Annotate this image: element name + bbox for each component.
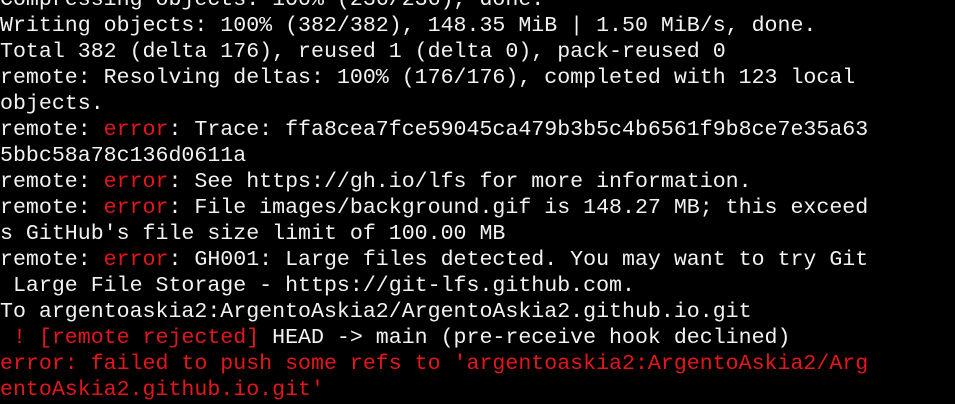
output-text: : Trace: ffa8cea7fce59045ca479b3b5c4b656… bbox=[168, 118, 869, 142]
terminal-line: s GitHub's file size limit of 100.00 MB bbox=[0, 221, 955, 247]
output-text: objects. bbox=[0, 92, 104, 116]
terminal-line: Writing objects: 100% (382/382), 148.35 … bbox=[0, 13, 955, 39]
output-text: remote: bbox=[0, 170, 104, 194]
terminal-line: entoAskia2.github.io.git' bbox=[0, 377, 955, 403]
output-text: remote: bbox=[0, 118, 104, 142]
error-text: error bbox=[103, 248, 169, 272]
terminal-line: remote: Resolving deltas: 100% (176/176)… bbox=[0, 65, 955, 91]
error-text: ! [remote rejected] bbox=[0, 326, 260, 350]
output-text: To argentoaskia2:ArgentoAskia2/ArgentoAs… bbox=[0, 300, 752, 324]
terminal-window[interactable]: Compressing objects: 100% (236/236), don… bbox=[0, 0, 955, 404]
output-text: Compressing objects: 100% (236/236), don… bbox=[0, 0, 545, 12]
terminal-line: Total 382 (delta 176), reused 1 (delta 0… bbox=[0, 39, 955, 65]
terminal-line: error: failed to push some refs to 'arge… bbox=[0, 351, 955, 377]
output-text: HEAD -> main (pre-receive hook declined) bbox=[259, 326, 791, 350]
output-text: Writing objects: 100% (382/382), 148.35 … bbox=[0, 14, 817, 38]
terminal-line: objects. bbox=[0, 91, 955, 117]
terminal-output: Compressing objects: 100% (236/236), don… bbox=[0, 0, 955, 403]
output-text: remote: bbox=[0, 196, 104, 220]
terminal-line: remote: error: Trace: ffa8cea7fce59045ca… bbox=[0, 117, 955, 143]
terminal-line: 5bbc58a78c136d0611a bbox=[0, 143, 955, 169]
error-text: error: failed to push some refs to 'arge… bbox=[0, 352, 869, 376]
terminal-line: remote: error: File images/background.gi… bbox=[0, 195, 955, 221]
terminal-line: remote: error: See https://gh.io/lfs for… bbox=[0, 169, 955, 195]
output-text: : See https://gh.io/lfs for more informa… bbox=[168, 170, 752, 194]
error-text: error bbox=[103, 196, 169, 220]
output-text: s GitHub's file size limit of 100.00 MB bbox=[0, 222, 506, 246]
output-text: : File images/background.gif is 148.27 M… bbox=[168, 196, 869, 220]
output-text: : GH001: Large files detected. You may w… bbox=[168, 248, 869, 272]
output-text: remote: bbox=[0, 248, 104, 272]
output-text: 5bbc58a78c136d0611a bbox=[0, 144, 247, 168]
terminal-line: remote: error: GH001: Large files detect… bbox=[0, 247, 955, 273]
error-text: entoAskia2.github.io.git' bbox=[0, 378, 324, 402]
terminal-line: ! [remote rejected] HEAD -> main (pre-re… bbox=[0, 325, 955, 351]
output-text: remote: Resolving deltas: 100% (176/176)… bbox=[0, 66, 856, 90]
output-text: Total 382 (delta 176), reused 1 (delta 0… bbox=[0, 40, 726, 64]
terminal-line: Compressing objects: 100% (236/236), don… bbox=[0, 0, 955, 13]
error-text: error bbox=[103, 170, 169, 194]
terminal-line: Large File Storage - https://git-lfs.git… bbox=[0, 273, 955, 299]
terminal-line: To argentoaskia2:ArgentoAskia2/ArgentoAs… bbox=[0, 299, 955, 325]
error-text: error bbox=[103, 118, 169, 142]
output-text: Large File Storage - https://git-lfs.git… bbox=[0, 274, 635, 298]
